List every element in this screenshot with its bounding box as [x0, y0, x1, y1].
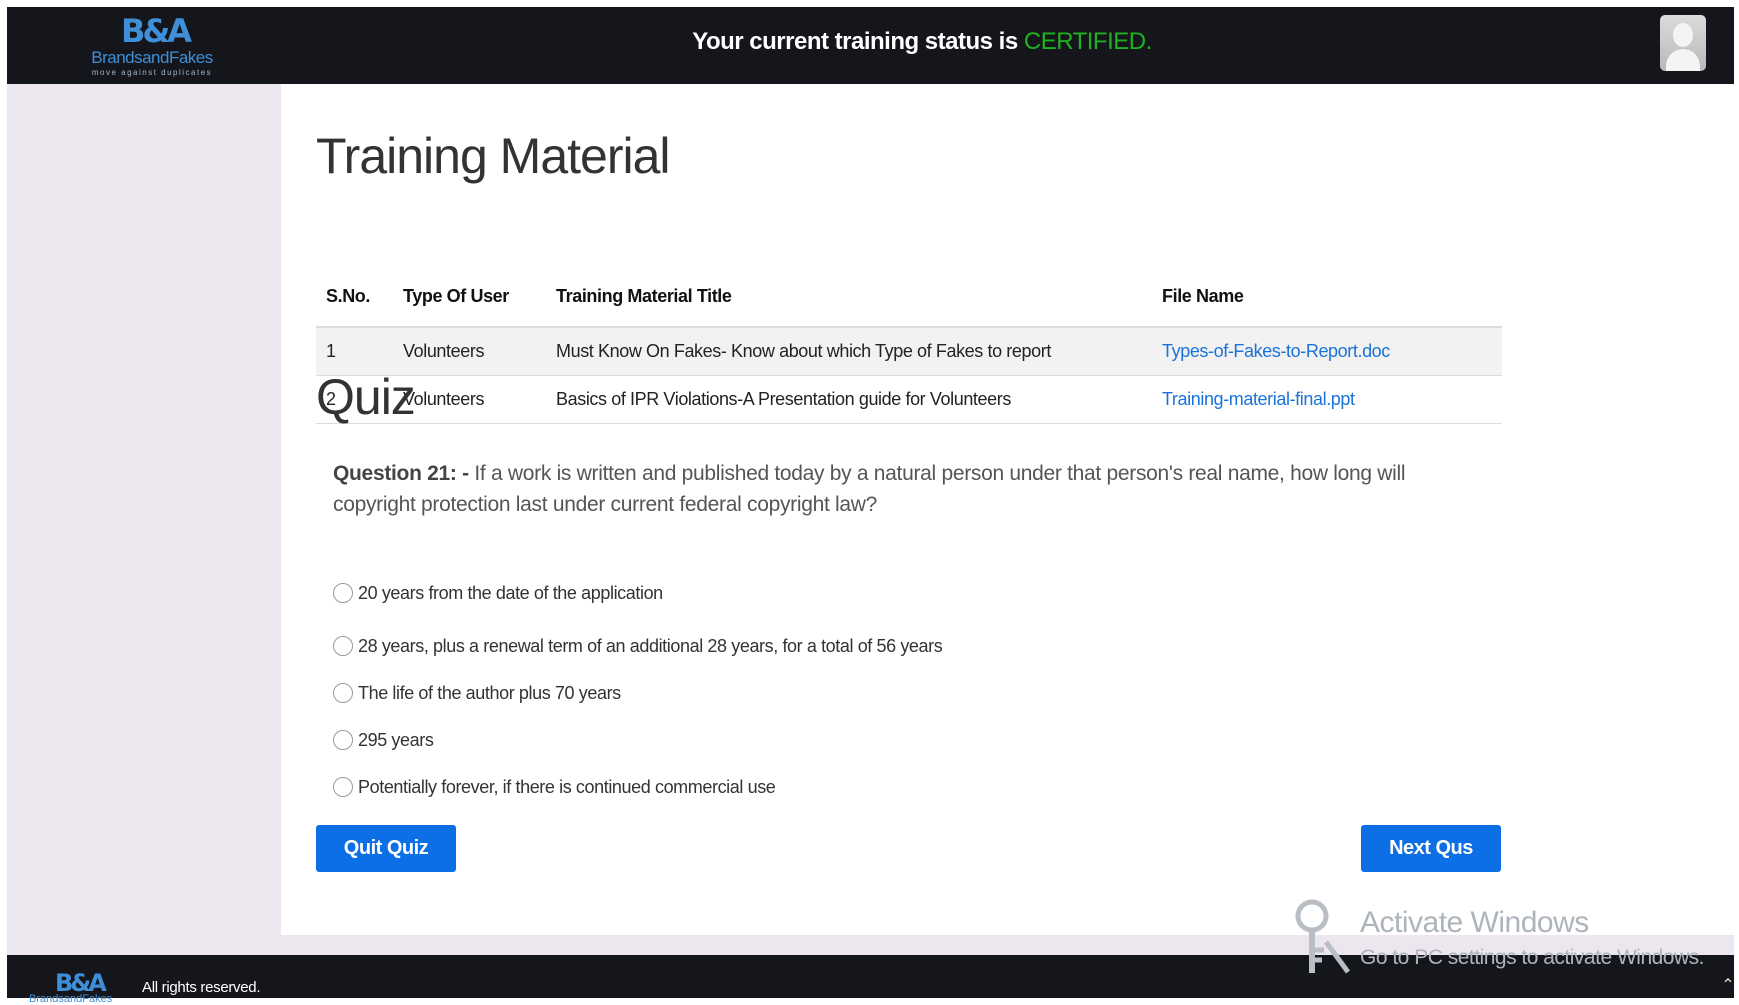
table-row: 1 Volunteers Must Know On Fakes- Know ab…: [316, 327, 1502, 376]
brand-logo[interactable]: B&A BrandsandFakes move against duplicat…: [77, 13, 227, 81]
top-header: B&A BrandsandFakes move against duplicat…: [7, 7, 1734, 84]
table-row: 2 Volunteers Basics of IPR Violations-A …: [316, 375, 1502, 424]
training-material-title: Training Material: [316, 128, 671, 184]
logo-name: BrandsandFakes: [91, 48, 213, 67]
option-label: 20 years from the date of the applicatio…: [358, 582, 663, 603]
answer-option-1[interactable]: 20 years from the date of the applicatio…: [333, 578, 663, 608]
answer-option-3[interactable]: The life of the author plus 70 years: [333, 678, 621, 708]
option-label: The life of the author plus 70 years: [358, 682, 621, 703]
option-label: 295 years: [358, 729, 434, 750]
radio-button[interactable]: [333, 683, 353, 703]
quiz-title: Quiz: [316, 369, 416, 425]
activate-windows-watermark: Activate Windows Go to PC settings to ac…: [1290, 898, 1710, 978]
avatar-head: [1673, 23, 1693, 47]
avatar-body: [1666, 49, 1700, 71]
user-avatar-icon[interactable]: [1660, 15, 1706, 71]
answer-option-5[interactable]: Potentially forever, if there is continu…: [333, 772, 776, 802]
column-header-user-type: Type Of User: [393, 266, 546, 328]
status-prefix: Your current training status is: [692, 28, 1018, 55]
footer-logo-name: BrandsandFakes: [29, 993, 113, 1005]
quit-quiz-button[interactable]: Quit Quiz: [316, 825, 456, 872]
answer-option-4[interactable]: 295 years: [333, 725, 434, 755]
file-link[interactable]: Types-of-Fakes-to-Report.doc: [1162, 341, 1390, 361]
question-label: Question 21: -: [333, 462, 469, 485]
option-label: Potentially forever, if there is continu…: [358, 776, 776, 797]
logo-tagline: move against duplicates: [91, 68, 213, 77]
answer-option-2[interactable]: 28 years, plus a renewal term of an addi…: [333, 631, 943, 661]
radio-button[interactable]: [333, 583, 353, 603]
watermark-title: Activate Windows: [1360, 906, 1589, 939]
question-text: If a work is written and published today…: [333, 462, 1406, 516]
next-question-button[interactable]: Next Qus: [1361, 825, 1501, 872]
table-header-row: S.No. Type Of User Training Material Tit…: [316, 266, 1502, 328]
training-material-table: S.No. Type Of User Training Material Tit…: [316, 266, 1502, 424]
sidebar: [7, 84, 281, 955]
column-header-sno: S.No.: [316, 266, 393, 328]
file-link[interactable]: Training-material-final.ppt: [1162, 389, 1355, 409]
cell-title: Must Know On Fakes- Know about which Typ…: [546, 327, 1152, 376]
radio-button[interactable]: [333, 636, 353, 656]
chevron-up-icon[interactable]: ⌃: [1719, 977, 1737, 995]
quiz-question: Question 21: - If a work is written and …: [333, 458, 1423, 520]
cell-title: Basics of IPR Violations-A Presentation …: [546, 375, 1152, 424]
main-content: Training Material S.No. Type Of User Tra…: [281, 84, 1734, 935]
cell-file: Training-material-final.ppt: [1152, 375, 1502, 424]
cell-user-type: Volunteers: [393, 375, 546, 424]
column-header-title: Training Material Title: [546, 266, 1152, 328]
radio-button[interactable]: [333, 777, 353, 797]
key-icon: [1295, 899, 1350, 974]
logo-mark: B&A: [120, 12, 192, 50]
radio-button[interactable]: [333, 730, 353, 750]
cell-user-type: Volunteers: [393, 327, 546, 376]
status-badge: CERTIFIED.: [1023, 28, 1152, 55]
cell-file: Types-of-Fakes-to-Report.doc: [1152, 327, 1502, 376]
option-label: 28 years, plus a renewal term of an addi…: [358, 635, 943, 656]
training-status: Your current training status is CERTIFIE…: [407, 27, 1437, 57]
column-header-file-name: File Name: [1152, 266, 1502, 328]
watermark-subtitle: Go to PC settings to activate Windows.: [1360, 946, 1705, 969]
copyright-text: All rights reserved.: [142, 979, 261, 996]
